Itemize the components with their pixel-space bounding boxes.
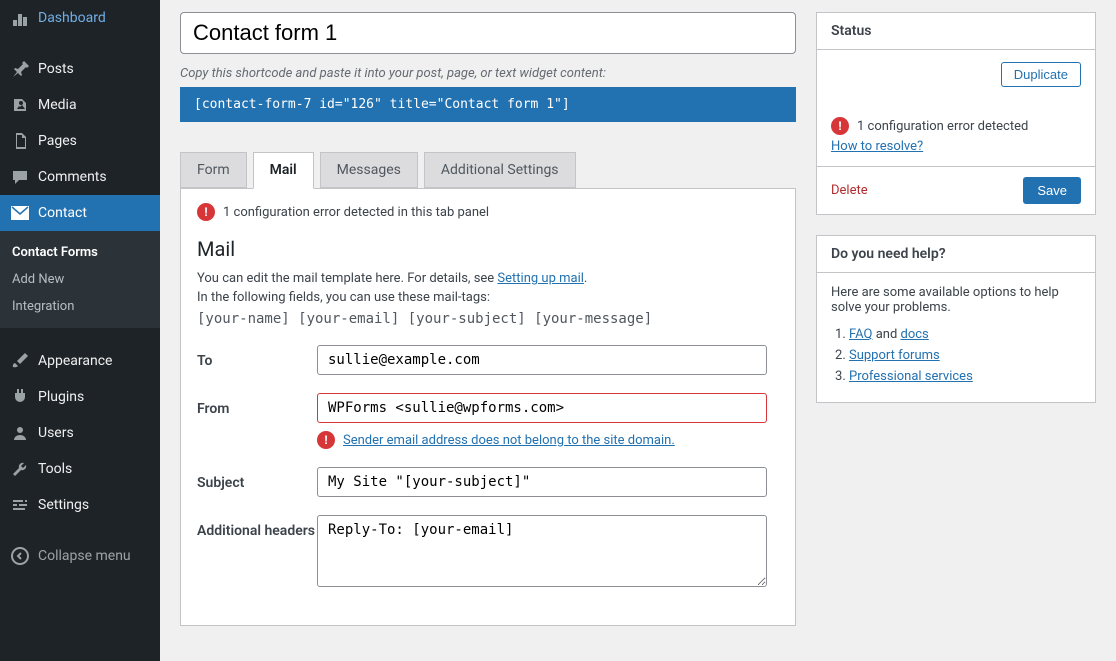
- submenu-add-new[interactable]: Add New: [0, 266, 160, 293]
- sidebar-item-pages[interactable]: Pages: [0, 123, 160, 159]
- save-button[interactable]: Save: [1023, 177, 1081, 204]
- panel-heading: Mail: [197, 237, 779, 261]
- pin-icon: [10, 59, 30, 79]
- docs-link[interactable]: docs: [901, 327, 929, 342]
- sidebar-label: Media: [38, 97, 77, 113]
- sidebar-submenu: Contact Forms Add New Integration: [0, 231, 160, 328]
- tab-additional-settings[interactable]: Additional Settings: [424, 152, 576, 188]
- sidebar-label: Users: [38, 425, 74, 441]
- from-input[interactable]: [317, 393, 767, 423]
- sidebar-label: Settings: [38, 497, 89, 513]
- error-icon: !: [317, 431, 335, 449]
- help-intro: Here are some available options to help …: [831, 285, 1081, 315]
- sidebar-label: Appearance: [38, 353, 112, 369]
- sliders-icon: [10, 495, 30, 515]
- help-item-support: Support forums: [849, 348, 1081, 363]
- admin-sidebar: Dashboard Posts Media Pages Comments Con…: [0, 0, 160, 661]
- mail-panel: ! 1 configuration error detected in this…: [180, 188, 796, 626]
- help-heading: Do you need help?: [817, 236, 1095, 273]
- sidebar-item-plugins[interactable]: Plugins: [0, 379, 160, 415]
- subject-label: Subject: [197, 467, 317, 491]
- subject-input[interactable]: [317, 467, 767, 497]
- shortcode-display[interactable]: [contact-form-7 id="126" title="Contact …: [180, 87, 796, 122]
- help-metabox: Do you need help? Here are some availabl…: [816, 235, 1096, 403]
- sidebar-item-users[interactable]: Users: [0, 415, 160, 451]
- delete-link[interactable]: Delete: [831, 183, 868, 198]
- sidebar-item-dashboard[interactable]: Dashboard: [0, 0, 160, 36]
- sidebar-item-posts[interactable]: Posts: [0, 51, 160, 87]
- sidebar-item-collapse[interactable]: Collapse menu: [0, 538, 160, 574]
- submenu-integration[interactable]: Integration: [0, 293, 160, 320]
- users-icon: [10, 423, 30, 443]
- to-label: To: [197, 345, 317, 369]
- sidebar-item-appearance[interactable]: Appearance: [0, 343, 160, 379]
- help-list: FAQ and docs Support forums Professional…: [831, 327, 1081, 384]
- sidebar-item-tools[interactable]: Tools: [0, 451, 160, 487]
- sidebar-label: Comments: [38, 169, 107, 185]
- sidebar-item-comments[interactable]: Comments: [0, 159, 160, 195]
- brush-icon: [10, 351, 30, 371]
- mail-tags: [your-name] [your-email] [your-subject] …: [197, 311, 779, 327]
- mail-icon: [10, 203, 30, 223]
- sidebar-label: Collapse menu: [38, 548, 131, 564]
- faq-link[interactable]: FAQ: [849, 327, 872, 342]
- panel-error-text: 1 configuration error detected in this t…: [223, 205, 489, 220]
- setting-up-mail-link[interactable]: Setting up mail: [497, 271, 583, 286]
- help-item-faq-docs: FAQ and docs: [849, 327, 1081, 342]
- submenu-contact-forms[interactable]: Contact Forms: [0, 239, 160, 266]
- sidebar-item-contact[interactable]: Contact: [0, 195, 160, 231]
- status-heading: Status: [817, 13, 1095, 50]
- panel-error-notice: ! 1 configuration error detected in this…: [197, 203, 779, 221]
- sidebar-label: Tools: [38, 461, 72, 477]
- status-error: ! 1 configuration error detected: [831, 117, 1081, 135]
- from-label: From: [197, 393, 317, 417]
- pages-icon: [10, 131, 30, 151]
- tab-messages[interactable]: Messages: [320, 152, 418, 188]
- error-icon: !: [831, 117, 849, 135]
- panel-description-2: In the following fields, you can use the…: [197, 290, 779, 305]
- error-icon: !: [197, 203, 215, 221]
- from-error: ! Sender email address does not belong t…: [317, 431, 767, 449]
- dashboard-icon: [10, 8, 30, 28]
- tab-mail[interactable]: Mail: [253, 152, 314, 189]
- sidebar-label: Pages: [38, 133, 77, 149]
- shortcode-help-text: Copy this shortcode and paste it into yo…: [180, 66, 796, 81]
- help-item-pro: Professional services: [849, 369, 1081, 384]
- sidebar-label: Plugins: [38, 389, 84, 405]
- media-icon: [10, 95, 30, 115]
- pro-services-link[interactable]: Professional services: [849, 369, 973, 384]
- from-error-link[interactable]: Sender email address does not belong to …: [343, 433, 675, 448]
- sidebar-label: Dashboard: [38, 10, 106, 26]
- tab-list: Form Mail Messages Additional Settings: [180, 152, 796, 188]
- panel-description: You can edit the mail template here. For…: [197, 271, 779, 286]
- duplicate-button[interactable]: Duplicate: [1001, 62, 1081, 87]
- collapse-icon: [10, 546, 30, 566]
- tab-form[interactable]: Form: [180, 152, 247, 188]
- support-link[interactable]: Support forums: [849, 348, 940, 363]
- wrench-icon: [10, 459, 30, 479]
- sidebar-label: Contact: [38, 205, 87, 221]
- headers-textarea[interactable]: Reply-To: [your-email]: [317, 515, 767, 587]
- to-input[interactable]: [317, 345, 767, 375]
- plug-icon: [10, 387, 30, 407]
- status-metabox: Status Duplicate ! 1 configuration error…: [816, 12, 1096, 215]
- headers-label: Additional headers: [197, 515, 317, 539]
- main-content: Copy this shortcode and paste it into yo…: [160, 0, 1116, 661]
- comments-icon: [10, 167, 30, 187]
- resolve-link[interactable]: How to resolve?: [831, 139, 923, 154]
- sidebar-label: Posts: [38, 61, 74, 77]
- sidebar-item-media[interactable]: Media: [0, 87, 160, 123]
- form-title-input[interactable]: [180, 12, 796, 54]
- sidebar-item-settings[interactable]: Settings: [0, 487, 160, 523]
